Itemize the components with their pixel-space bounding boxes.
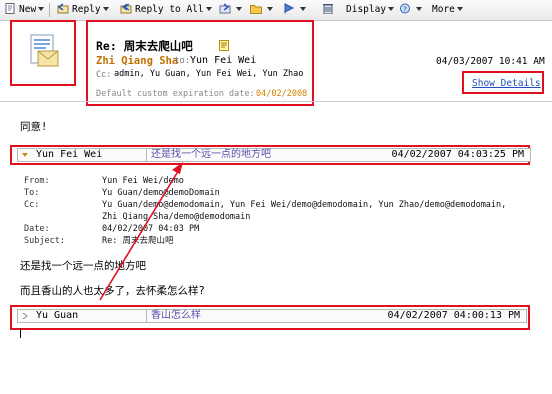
annotation-arrow xyxy=(99,162,183,301)
